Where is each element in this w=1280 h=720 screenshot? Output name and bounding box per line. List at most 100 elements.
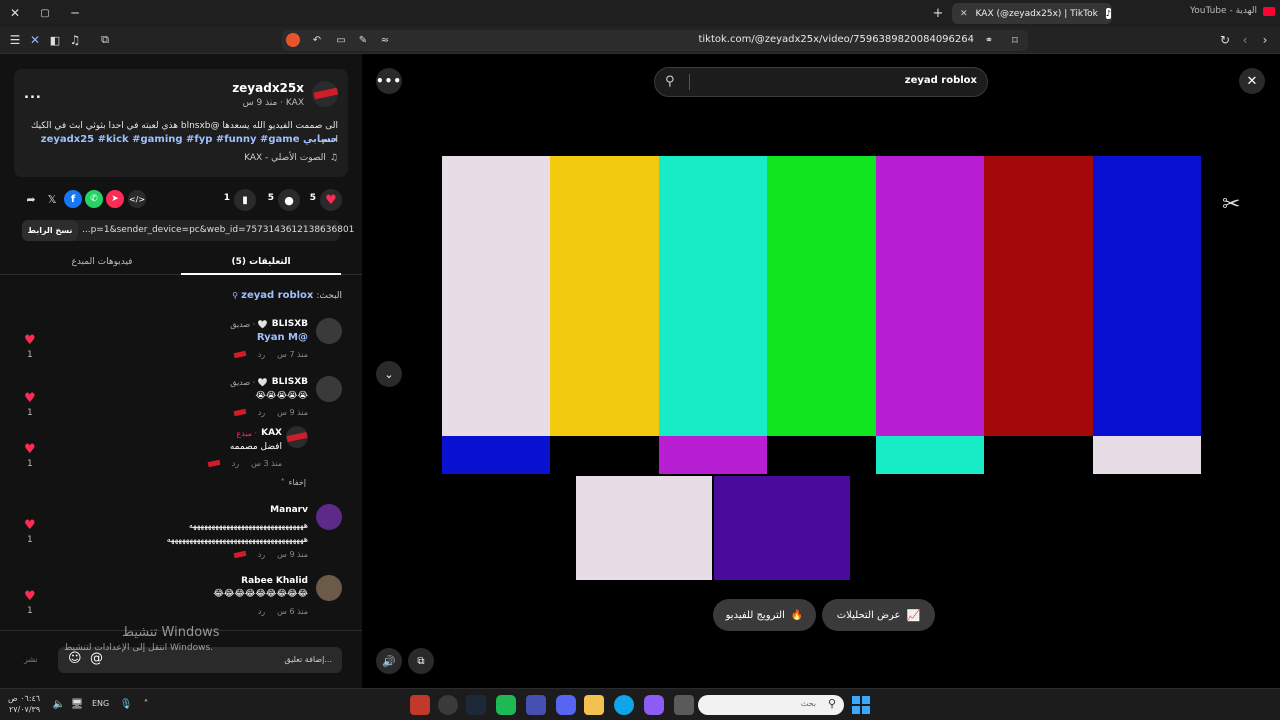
copilot-icon[interactable] bbox=[644, 695, 664, 715]
post-caption-line2[interactable]: حسابي zeyadx25 #kick #gaming #fyp #funny… bbox=[28, 133, 338, 147]
clock[interactable]: ٠٦:٤٦ ص ٢٧/٠٧/٣٩ bbox=[8, 693, 40, 715]
refresh-icon[interactable]: ↻ bbox=[1218, 33, 1232, 47]
facebook-icon[interactable]: f bbox=[64, 190, 82, 208]
chevron-up-icon[interactable]: ˄ bbox=[140, 697, 152, 711]
windows-start-icon[interactable] bbox=[852, 696, 870, 714]
reload-page-icon[interactable]: ↶ bbox=[310, 33, 324, 47]
bookmark-save-icon[interactable]: ▮ bbox=[234, 189, 256, 211]
speaker-icon[interactable]: 🔈 bbox=[52, 697, 66, 711]
post-username[interactable]: zeyadx25x bbox=[232, 81, 304, 95]
close-video-icon[interactable]: ✕ bbox=[1239, 68, 1265, 94]
video-frame[interactable] bbox=[442, 156, 1201, 590]
reply-button[interactable]: رد bbox=[258, 607, 265, 616]
avatar[interactable] bbox=[316, 575, 342, 601]
avatar[interactable] bbox=[316, 376, 342, 402]
color-bar bbox=[767, 156, 876, 436]
close-window-icon[interactable]: ✕ bbox=[8, 6, 22, 20]
comment-user[interactable]: KAX bbox=[261, 428, 282, 438]
volume-icon[interactable]: 🔊 bbox=[376, 648, 402, 674]
close-tab-icon[interactable]: ✕ bbox=[960, 9, 968, 19]
more-options-icon[interactable]: ••• bbox=[376, 68, 402, 94]
network-icon[interactable]: 🖥 bbox=[70, 697, 84, 711]
chevron-down-icon[interactable]: ⌄ bbox=[376, 361, 402, 387]
steam-icon[interactable] bbox=[466, 695, 486, 715]
x-twitter-icon[interactable]: 𝕏 bbox=[43, 190, 61, 208]
tab-youtube[interactable]: YouTube - الهدية bbox=[1190, 6, 1276, 16]
tab-comments[interactable]: التعليقات (5) bbox=[181, 253, 341, 275]
search-hint-term[interactable]: zeyad roblox bbox=[241, 290, 313, 301]
microphone-icon[interactable]: 🎙 bbox=[120, 697, 133, 711]
wallet-icon[interactable]: ≈ bbox=[378, 33, 392, 47]
url-text[interactable]: tiktok.com/@zeyadx25x/video/759638982008… bbox=[698, 34, 974, 45]
avatar[interactable] bbox=[312, 81, 338, 107]
like-action[interactable]: ♥ bbox=[320, 189, 342, 211]
tab-tiktok[interactable]: ✕ KAX (@zeyadx25x) | TikTok ♪ bbox=[952, 3, 1112, 24]
reply-button[interactable]: رد bbox=[232, 459, 239, 468]
link-text[interactable]: ...p=1&sender_device=pc&web_id=757314361… bbox=[82, 225, 354, 235]
search-icon[interactable]: ⚲ bbox=[665, 74, 675, 89]
discord-icon[interactable] bbox=[556, 695, 576, 715]
file-explorer-icon[interactable] bbox=[584, 695, 604, 715]
tiktok-share-icon[interactable]: ➤ bbox=[106, 190, 124, 208]
app-chat-icon[interactable] bbox=[496, 695, 516, 715]
whatsapp-icon[interactable]: ✆ bbox=[85, 190, 103, 208]
embed-icon[interactable]: </> bbox=[128, 190, 146, 208]
more-options-icon[interactable]: ... bbox=[24, 87, 42, 102]
avatar[interactable] bbox=[286, 426, 308, 448]
share-arrow-icon[interactable]: ➦ bbox=[22, 190, 40, 208]
bookmark-icon[interactable]: ⌑ bbox=[1008, 33, 1022, 47]
post-comment-button[interactable]: نشر bbox=[24, 655, 38, 664]
translate-icon[interactable]: ✎ bbox=[356, 33, 370, 47]
avatar[interactable] bbox=[316, 318, 342, 344]
comment-user[interactable]: BLISXB bbox=[272, 377, 308, 387]
task-view-icon[interactable] bbox=[674, 695, 694, 715]
app-game-icon[interactable] bbox=[410, 695, 430, 715]
reply-button[interactable]: رد bbox=[258, 350, 265, 359]
tab-creator-videos[interactable]: فيديوهات المبدع bbox=[22, 253, 182, 275]
emoji-icon[interactable]: ☺ bbox=[68, 651, 82, 666]
minimize-window-icon[interactable]: ─ bbox=[68, 6, 82, 20]
app-settings-icon[interactable] bbox=[438, 695, 458, 715]
search-input[interactable]: zeyad roblox bbox=[905, 75, 977, 86]
brave-shield-icon[interactable] bbox=[286, 33, 300, 47]
comment-like-heart-icon[interactable]: ♥ bbox=[24, 333, 36, 348]
music-icon[interactable]: ♫ bbox=[68, 33, 82, 47]
color-bar bbox=[550, 156, 659, 436]
new-tab-icon[interactable]: + bbox=[930, 6, 946, 21]
back-icon[interactable]: › bbox=[1258, 33, 1272, 47]
reply-button[interactable]: رد bbox=[258, 550, 265, 559]
search-bar[interactable]: ⚲ zeyad roblox bbox=[654, 67, 988, 97]
picture-in-picture-icon[interactable]: ⧉ bbox=[408, 648, 434, 674]
promote-video-button[interactable]: الترويج للفيديو 🔥 bbox=[713, 599, 816, 631]
screenshot-icon[interactable]: ⧉ bbox=[98, 33, 112, 47]
avatar[interactable] bbox=[316, 504, 342, 530]
comment-user[interactable]: Manarv bbox=[270, 505, 308, 515]
reply-button[interactable]: رد bbox=[258, 408, 265, 417]
sound-link[interactable]: ♫ الصوت الأصلي - KAX bbox=[244, 153, 338, 163]
edge-icon[interactable] bbox=[614, 695, 634, 715]
share-link-icon[interactable]: ⚭ bbox=[982, 33, 996, 47]
comment-icon[interactable]: ● bbox=[278, 189, 300, 211]
comment-like-heart-icon[interactable]: ♥ bbox=[24, 589, 36, 604]
extension-icon[interactable]: ✕ bbox=[28, 33, 42, 47]
forward-icon[interactable]: ‹ bbox=[1238, 33, 1252, 47]
app-tool-icon[interactable] bbox=[526, 695, 546, 715]
comment-user[interactable]: BLISXB bbox=[272, 319, 308, 329]
mention-icon[interactable]: @ bbox=[90, 651, 103, 666]
address-bar[interactable]: ↶ ▭ ✎ ≈ tiktok.com/@zeyadx25x/video/7596… bbox=[282, 30, 1028, 51]
heart-icon[interactable]: ♥ bbox=[320, 189, 342, 211]
reader-icon[interactable]: ▭ bbox=[334, 33, 348, 47]
copy-link-button[interactable]: نسخ الرابط bbox=[22, 220, 78, 241]
comment-like-heart-icon[interactable]: ♥ bbox=[24, 391, 36, 406]
menu-icon[interactable]: ☰ bbox=[8, 33, 22, 47]
language-indicator[interactable]: ENG bbox=[92, 699, 109, 708]
comment-like-heart-icon[interactable]: ♥ bbox=[24, 442, 36, 457]
restore-window-icon[interactable]: ▢ bbox=[38, 6, 52, 20]
taskbar-search[interactable]: بحث ⚲ bbox=[698, 695, 844, 715]
sidebar-icon[interactable]: ◧ bbox=[48, 33, 62, 47]
hide-replies-button[interactable]: إخفاء ˄ bbox=[281, 478, 306, 487]
capcut-logo-icon: ✂ bbox=[1222, 192, 1241, 217]
comment-like-heart-icon[interactable]: ♥ bbox=[24, 518, 36, 533]
comment-user[interactable]: Rabee Khalid bbox=[241, 576, 308, 586]
view-analytics-button[interactable]: عرض التحليلات 📈 bbox=[822, 599, 935, 631]
